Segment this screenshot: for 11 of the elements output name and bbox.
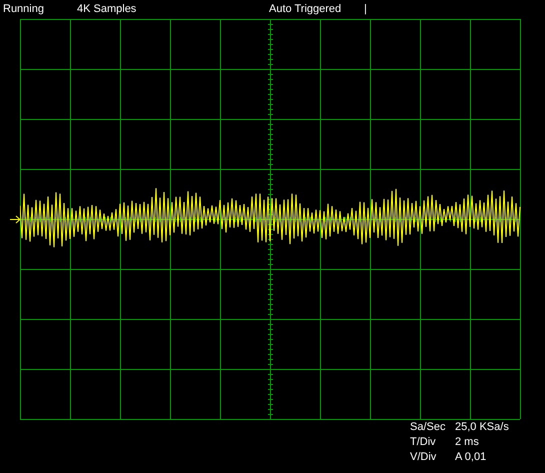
trigger-mode: Auto Triggered	[269, 2, 342, 18]
readout-value: 2 ms	[455, 435, 479, 450]
cursor-mark: |	[364, 2, 367, 18]
readout-label: T/Div	[410, 435, 437, 450]
sample-count: 4K Samples	[77, 2, 138, 18]
readout-value: 25,0 KSa/s	[455, 420, 509, 435]
readout-value: A 0,01	[455, 450, 486, 465]
readout-label: Sa/Sec	[410, 420, 446, 435]
readout-label: V/Div	[410, 450, 438, 465]
trigger-arrow-icon	[10, 215, 20, 224]
run-state: Running	[3, 2, 45, 18]
